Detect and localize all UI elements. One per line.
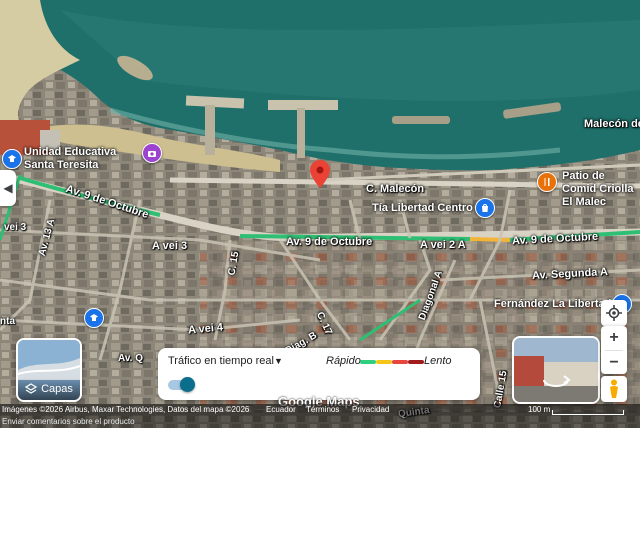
layers-thumbnail — [18, 340, 80, 380]
layers-icon — [25, 383, 38, 394]
feedback-bar: Enviar comentarios sobre el producto — [0, 416, 640, 428]
country-link[interactable]: Ecuador — [266, 404, 296, 416]
street-label-av-q: Av. Q — [118, 353, 144, 364]
collapse-panel-button[interactable]: ◀ — [0, 170, 16, 206]
attribution-bar: Imágenes ©2026 Airbus, Maxar Technologie… — [0, 404, 640, 416]
traffic-slow-label: Lento — [424, 355, 452, 367]
zoom-in-button[interactable]: + — [601, 326, 627, 350]
pegman-button[interactable] — [601, 376, 627, 402]
photo-spot-pin-icon[interactable] — [142, 143, 162, 163]
zoom-out-button[interactable]: − — [601, 351, 627, 375]
poi-tia-label[interactable]: Tía Libertad Centro — [372, 202, 473, 215]
poi-school-label[interactable]: Unidad Educativa Santa Teresita — [24, 146, 124, 172]
satellite-map[interactable]: Av. 9 de Octubre Av. 9 de Octubre Av. 9 … — [0, 0, 640, 428]
terms-link[interactable]: Términos — [306, 404, 339, 416]
street-label-av9-center: Av. 9 de Octubre — [286, 236, 373, 248]
scale-bar[interactable] — [552, 410, 624, 415]
traffic-fast-label: Rápido — [326, 355, 361, 367]
traffic-legend-red — [392, 360, 408, 364]
feedback-link[interactable]: Enviar comentarios sobre el producto — [2, 416, 135, 428]
selected-location-pin-icon[interactable] — [310, 160, 330, 188]
pegman-icon — [610, 379, 618, 398]
street-label-malecon: C. Malecón — [366, 183, 425, 195]
school-pin-icon[interactable] — [2, 149, 22, 169]
imagery-attribution: Imágenes ©2026 Airbus, Maxar Technologie… — [2, 405, 250, 414]
traffic-legend-yellow — [376, 360, 392, 364]
traffic-legend-green — [360, 360, 376, 364]
crosshair-icon — [606, 305, 622, 321]
traffic-title[interactable]: Tráfico en tiempo real — [168, 355, 274, 367]
poi-patio-label[interactable]: Patio de Comid Criolla El Malec — [562, 170, 640, 209]
chevron-left-icon: ◀ — [3, 181, 13, 195]
traffic-toggle[interactable] — [168, 377, 195, 392]
street-label-vei3-left: vei 3 — [4, 222, 27, 233]
traffic-legend-darkred — [408, 360, 424, 364]
toggle-knob — [180, 377, 195, 392]
street-label-malecon-de: Malecón de — [584, 118, 640, 130]
street-label-avei2: A vei 2 A — [420, 239, 466, 251]
my-location-button[interactable] — [601, 300, 627, 326]
layers-label: Capas — [41, 383, 73, 395]
street-view-thumbnail[interactable] — [512, 336, 600, 404]
street-label-avei3: A vei 3 — [152, 240, 188, 252]
scale-label[interactable]: 100 m — [528, 404, 550, 416]
school-pin-2-icon[interactable] — [84, 308, 104, 328]
layers-button[interactable]: Capas — [16, 338, 82, 402]
poi-fernandez-label[interactable]: Fernández La Libertad — [494, 298, 611, 311]
dropdown-caret-icon[interactable]: ▼ — [274, 356, 283, 366]
privacy-link[interactable]: Privacidad — [352, 404, 389, 416]
street-view-image — [514, 338, 598, 402]
traffic-panel: Tráfico en tiempo real ▼ Rápido Lento — [158, 348, 480, 400]
restaurant-pin-icon[interactable] — [537, 172, 557, 192]
zoom-control: + − — [601, 326, 627, 374]
street-label-nta: nta — [0, 316, 15, 327]
shopping-pin-icon[interactable] — [475, 198, 495, 218]
